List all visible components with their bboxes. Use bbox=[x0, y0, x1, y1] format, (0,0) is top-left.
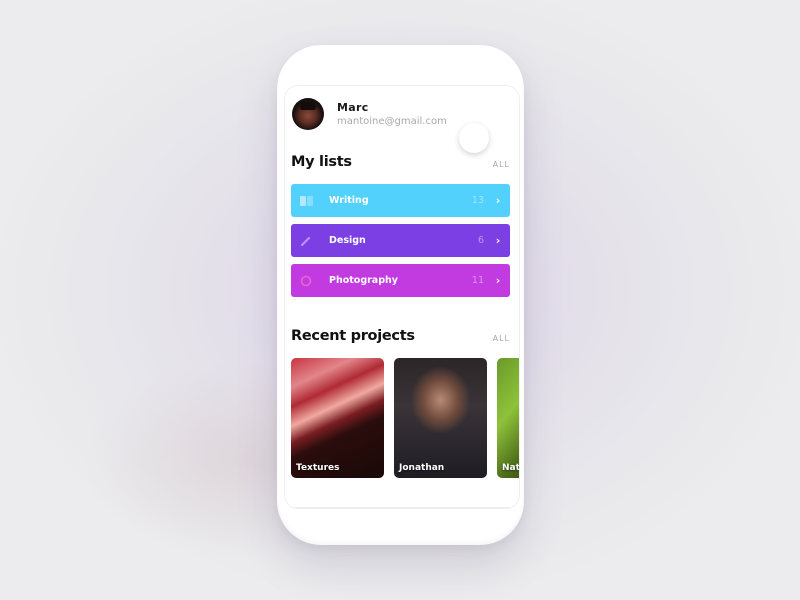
project-card-textures[interactable]: Textures bbox=[291, 358, 384, 478]
camera-icon bbox=[299, 274, 313, 288]
list-item-count: 6 bbox=[477, 235, 484, 246]
bottom-divider bbox=[285, 507, 519, 508]
user-name: Marc bbox=[337, 101, 369, 114]
book-icon bbox=[299, 194, 313, 208]
chevron-right-icon: › bbox=[495, 274, 501, 287]
list-item-photography[interactable]: Photography 11 › bbox=[291, 264, 510, 297]
user-email: mantoine@gmail.com bbox=[337, 116, 447, 127]
pencil-icon bbox=[299, 234, 313, 248]
project-card-nature[interactable]: Nature bbox=[497, 358, 520, 478]
app-screen: Marc mantoine@gmail.com My lists ALL Wri… bbox=[284, 85, 520, 509]
avatar[interactable] bbox=[292, 98, 324, 130]
project-card-label: Nature bbox=[502, 463, 520, 473]
recent-projects-all-link[interactable]: ALL bbox=[493, 334, 510, 343]
recent-projects-title: Recent projects bbox=[291, 328, 415, 344]
my-lists-all-link[interactable]: ALL bbox=[493, 160, 510, 169]
my-lists-title: My lists bbox=[291, 154, 352, 170]
list-item-writing[interactable]: Writing 13 › bbox=[291, 184, 510, 217]
chevron-right-icon: › bbox=[495, 234, 501, 247]
floating-action-button[interactable] bbox=[459, 123, 489, 153]
project-card-label: Textures bbox=[296, 463, 340, 473]
chevron-right-icon: › bbox=[495, 194, 501, 207]
list-item-count: 11 bbox=[471, 275, 484, 286]
list-item-label: Design bbox=[329, 235, 366, 246]
list-item-design[interactable]: Design 6 › bbox=[291, 224, 510, 257]
list-item-label: Photography bbox=[329, 275, 398, 286]
project-card-jonathan[interactable]: Jonathan bbox=[394, 358, 487, 478]
list-item-label: Writing bbox=[329, 195, 369, 206]
project-card-label: Jonathan bbox=[399, 463, 445, 473]
list-item-count: 13 bbox=[471, 195, 484, 206]
